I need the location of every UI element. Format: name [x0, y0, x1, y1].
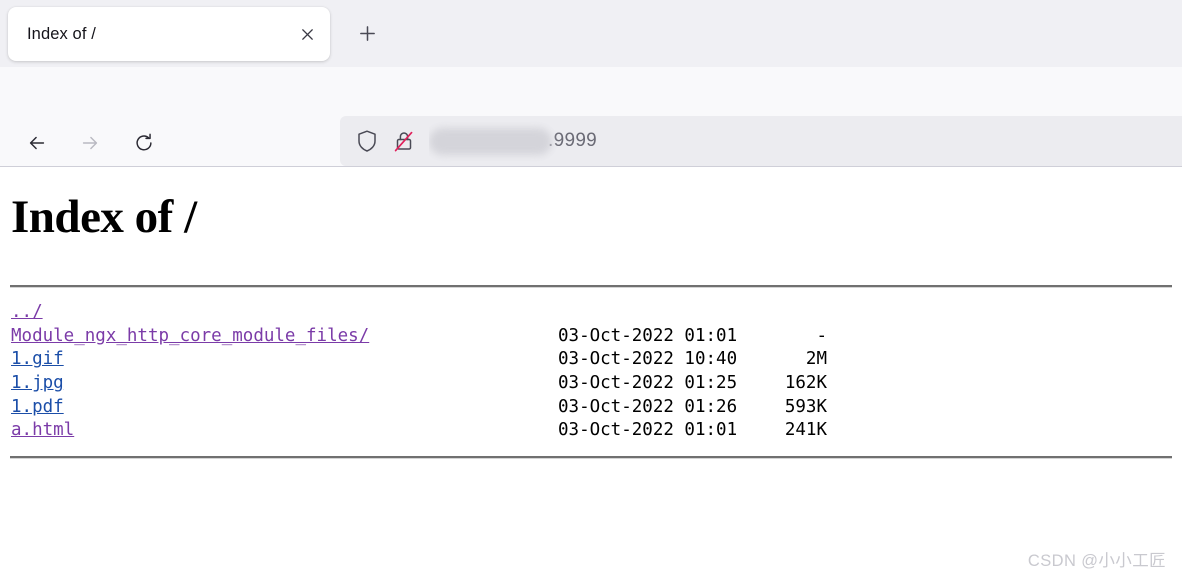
close-icon[interactable]	[290, 17, 324, 51]
arrow-left-icon	[26, 132, 48, 154]
file-size: -	[711, 325, 827, 349]
url-bar[interactable]: .9999	[340, 116, 1182, 166]
forward-button	[70, 123, 110, 163]
browser-tab[interactable]: Index of /	[8, 7, 330, 61]
watermark: CSDN @小小工匠	[1028, 547, 1166, 571]
reload-icon	[133, 132, 155, 154]
url-visible-text: .9999	[548, 130, 597, 152]
directory-listing: ../ Module_ngx_http_core_module_files/03-…	[0, 288, 1182, 443]
url-text[interactable]: .9999	[429, 116, 1182, 166]
new-tab-button[interactable]	[350, 16, 384, 50]
listing-row: a.html03-Oct-2022 01:01241K	[11, 419, 1182, 443]
lock-crossed-out-icon[interactable]	[393, 129, 415, 153]
file-link[interactable]: a.html	[11, 420, 74, 440]
navigation-toolbar: .9999	[0, 67, 1182, 167]
listing-row: 1.pdf03-Oct-2022 01:26593K	[11, 396, 1182, 420]
listing-row: 1.gif03-Oct-2022 10:402M	[11, 348, 1182, 372]
file-size: 241K	[711, 419, 827, 443]
file-size: 593K	[711, 396, 827, 420]
tab-strip: Index of /	[0, 0, 1182, 67]
file-link[interactable]: ../	[11, 302, 43, 322]
arrow-right-icon	[79, 132, 101, 154]
listing-row: Module_ngx_http_core_module_files/03-Oct…	[11, 325, 1182, 349]
page-title: Index of /	[0, 167, 1182, 244]
file-link[interactable]: Module_ngx_http_core_module_files/	[11, 326, 369, 346]
file-link[interactable]: 1.pdf	[11, 397, 64, 417]
file-link[interactable]: 1.jpg	[11, 373, 64, 393]
file-size: 2M	[711, 348, 827, 372]
back-button[interactable]	[17, 123, 57, 163]
page-content: Index of / ../ Module_ngx_http_core_modul…	[0, 167, 1182, 582]
listing-row: 1.jpg03-Oct-2022 01:25162K	[11, 372, 1182, 396]
listing-row: ../	[11, 301, 1182, 325]
reload-button[interactable]	[124, 123, 164, 163]
url-redaction-blur	[429, 128, 552, 155]
browser-chrome: Index of /	[0, 0, 1182, 167]
divider-bottom	[10, 456, 1172, 459]
shield-icon[interactable]	[356, 129, 378, 153]
file-link[interactable]: 1.gif	[11, 349, 64, 369]
tab-title: Index of /	[27, 25, 290, 44]
file-size: 162K	[711, 372, 827, 396]
